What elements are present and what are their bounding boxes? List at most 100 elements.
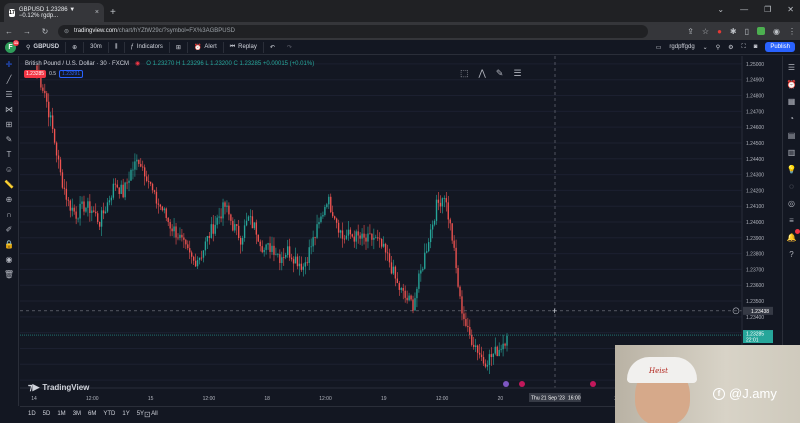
streams-icon[interactable]: ◎ [787, 198, 797, 208]
new-tab-button[interactable]: + [110, 7, 116, 18]
extensions-puzzle-icon[interactable]: ✱ [730, 27, 737, 36]
candle-body [465, 319, 467, 326]
prediction-icon[interactable]: ⊞ [4, 120, 14, 130]
candle-body [98, 221, 101, 227]
candle-body [394, 266, 397, 279]
address-bar[interactable]: ⊜ tradingview.com/chart/hYZtW29c/?symbol… [58, 24, 648, 38]
ruler-icon[interactable]: 📏 [4, 180, 14, 190]
period-5y[interactable]: 5Y [137, 411, 144, 417]
settings-gear-icon[interactable]: ⚙ [728, 44, 733, 51]
zoom-in-icon[interactable]: ⊕ [4, 195, 14, 205]
sell-button[interactable]: 1.23285 [24, 70, 47, 78]
watchlist-icon[interactable]: ☰ [787, 62, 797, 72]
calendar-icon[interactable]: ▤ [787, 130, 797, 140]
period-1m[interactable]: 1M [57, 411, 65, 417]
hide-icon[interactable]: ◉ [4, 255, 14, 265]
period-1d[interactable]: 1D [28, 411, 36, 417]
replay-button[interactable]: ⏮ Replay [224, 41, 264, 53]
fullscreen-icon[interactable]: ⛶ [741, 44, 745, 51]
lock-icon[interactable]: 🔒 [4, 240, 14, 250]
layout-icon[interactable]: ▭ [656, 44, 662, 51]
candle-body [328, 196, 330, 205]
chat-icon[interactable]: ◌ [787, 181, 797, 191]
extension-green-icon[interactable] [757, 27, 766, 35]
alerts-clock-icon[interactable]: ⏰ [787, 79, 797, 89]
indicators-button[interactable]: ƒ Indicators [125, 41, 170, 53]
fib-retracement-icon[interactable]: ☰ [4, 90, 14, 100]
quick-search-icon[interactable]: ⚲ [716, 44, 720, 51]
candle-body [59, 159, 62, 173]
y-tick-label: 1.23600 [746, 283, 764, 289]
legend-eye-icon[interactable]: ◉ [135, 60, 140, 67]
candle-body [239, 237, 242, 245]
browser-tab[interactable]: 17 GBPUSD 1.23286 ▼ −0.12% rgdp... × [4, 3, 104, 22]
redo-button[interactable]: ↷ [281, 42, 298, 53]
compare-symbol-button[interactable]: ⊕ [66, 41, 85, 53]
alert-button[interactable]: ⏰ Alert [188, 41, 224, 53]
icons-tool-icon[interactable]: ☺ [4, 165, 14, 175]
candle-body [490, 354, 493, 358]
ideas-bulb-icon[interactable]: 💡 [787, 164, 797, 174]
pattern-icon[interactable]: ⋈ [4, 105, 14, 115]
period-all[interactable]: All [151, 411, 158, 417]
interval-button[interactable]: 30m [84, 41, 109, 53]
forward-icon[interactable]: → [22, 27, 32, 36]
close-tab-icon[interactable]: × [95, 9, 99, 16]
news-icon[interactable]: ▥ [787, 147, 797, 157]
back-icon[interactable]: ← [4, 27, 14, 36]
bookmark-star-icon[interactable]: ☆ [702, 27, 709, 36]
sidebar-icon[interactable]: ▯ [745, 27, 749, 36]
layout-name[interactable]: rgdpffgdg [669, 44, 694, 50]
symbol-search-button[interactable]: ⚲ GBPUSD [20, 41, 67, 53]
close-window-icon[interactable]: ✕ [787, 5, 794, 14]
dom-icon[interactable]: ≡ [787, 215, 797, 225]
candle-body [51, 115, 54, 130]
text-icon[interactable]: T [4, 150, 14, 160]
candle-body [410, 295, 412, 300]
candle-body [85, 207, 87, 212]
browser-menu-icon[interactable]: ⋮ [788, 27, 796, 36]
minimize-icon[interactable]: — [740, 5, 748, 14]
trash-icon[interactable]: 🗑 [4, 270, 14, 280]
period-3m[interactable]: 3M [73, 411, 81, 417]
lines-menu-icon[interactable]: ☰ [513, 68, 521, 79]
select-rect-icon[interactable]: ⬚ [460, 68, 469, 79]
notifications-bell-icon[interactable]: 🔔 [787, 229, 800, 242]
reload-icon[interactable]: ↻ [40, 27, 50, 36]
publish-button[interactable]: Publish [765, 42, 795, 52]
candle-body [426, 251, 428, 253]
share-icon[interactable]: ⇪ [687, 27, 694, 36]
templates-button[interactable]: ⊞ [170, 41, 188, 53]
crosshair-icon[interactable]: ✛ [4, 60, 14, 70]
pencil-icon[interactable]: ✎ [496, 68, 504, 79]
user-avatar[interactable]: F 11 [5, 39, 19, 53]
period-ytd[interactable]: YTD [103, 411, 115, 417]
candle-body [44, 90, 46, 94]
chevron-down-icon[interactable]: ⌄ [717, 5, 724, 14]
hotlists-icon[interactable]: ◔ [787, 113, 797, 123]
help-icon[interactable]: ? [787, 249, 797, 259]
profile-icon[interactable]: ◉ [773, 27, 780, 36]
extension-red-icon[interactable]: ● [717, 27, 722, 36]
period-1y[interactable]: 1Y [122, 411, 129, 417]
maximize-icon[interactable]: ❐ [764, 5, 771, 14]
date-range-icon[interactable]: ⊡ [144, 410, 151, 419]
trend-line-icon[interactable]: ╱ [4, 75, 14, 85]
data-window-icon[interactable]: ▦ [787, 96, 797, 106]
chart-type-button[interactable]: ⫼ [109, 41, 125, 53]
period-5d[interactable]: 5D [43, 411, 51, 417]
stay-in-drawing-icon[interactable]: ✐ [4, 225, 14, 235]
layout-chevron-icon[interactable]: ⌄ [703, 44, 708, 51]
period-6m[interactable]: 6M [88, 411, 96, 417]
buy-button[interactable]: 1.23291 [59, 70, 84, 78]
candle-body [306, 262, 308, 264]
trend-tool-icon[interactable]: ⋀ [479, 68, 486, 79]
candle-body [220, 216, 222, 219]
site-info-icon[interactable]: ⊜ [64, 28, 69, 35]
undo-button[interactable]: ↶ [264, 42, 281, 53]
candle-body [429, 229, 432, 243]
browser-address-row: ← → ↻ ⊜ tradingview.com/chart/hYZtW29c/?… [0, 22, 800, 40]
brush-icon[interactable]: ✎ [4, 135, 14, 145]
camera-icon[interactable]: ◙ [754, 44, 758, 50]
magnet-icon[interactable]: ∩ [4, 210, 14, 220]
